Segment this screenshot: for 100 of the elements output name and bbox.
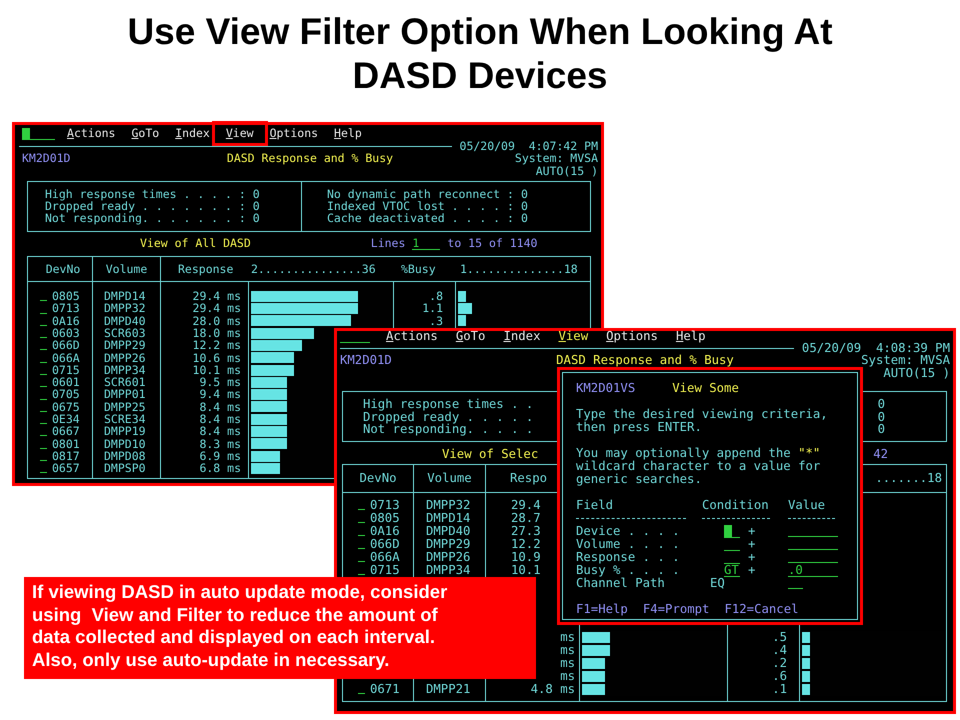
condition-field[interactable]: GT (724, 564, 740, 577)
system-name: System: MVSA (514, 152, 598, 165)
menu-item[interactable]: Index (503, 330, 540, 343)
table-cell: SCRE34 (104, 413, 146, 426)
table-cell: ms (560, 644, 575, 657)
table-cell: DMPP01 (104, 388, 146, 401)
system-name: System: MVSA (860, 354, 950, 367)
lines-count: 42 (873, 448, 888, 461)
summary-label: High response times . . . . : (45, 188, 246, 200)
panel-id: KM2D01VS (576, 381, 636, 395)
menu-item[interactable]: Options (270, 127, 318, 140)
table-cell: 0667 (52, 425, 80, 438)
summary-value: 0 (878, 423, 885, 436)
table-cell: 6.9 ms (199, 450, 241, 462)
table-cell: 10.1 ms (192, 364, 241, 376)
field-label: Busy % . . . . (576, 564, 681, 577)
menu-item[interactable]: Index (175, 127, 210, 140)
scale-label: .......18 (875, 472, 942, 485)
summary-value: 0 (520, 200, 528, 212)
table-cell: DMPD14 (426, 512, 470, 525)
view-title: View of Selec (442, 448, 538, 461)
table-cell: 0601 (52, 376, 80, 388)
field-label: Device . . . . (576, 525, 681, 538)
note-text: You may optionally append the "*" wildcard character to a value for generic searches. (576, 447, 822, 486)
field-label: Channel Path (576, 577, 666, 590)
table-cell: 8.4 ms (199, 425, 241, 438)
table-cell: 27.3 (511, 525, 541, 538)
line-number-field[interactable]: 1 (412, 236, 440, 250)
table-cell: .5 (772, 631, 787, 644)
table-cell: 10.6 ms (192, 352, 241, 364)
prompt-mark: + (748, 551, 756, 564)
panel-id: KM2D01D (340, 354, 393, 367)
table-cell: 12.2 (511, 538, 541, 551)
table-cell: DMPD40 (426, 525, 470, 538)
table-cell: ms (560, 631, 575, 644)
prompt-mark: + (748, 538, 756, 551)
table-cell: DMPP29 (426, 538, 470, 551)
table-cell: 0805 (370, 512, 400, 525)
table-cell: 28.7 (511, 512, 541, 525)
lines-label: Lines (370, 236, 406, 250)
column-header: DevNo (359, 472, 397, 485)
date-time: 05/20/09 4:08:39 PM (802, 342, 950, 354)
condition-field[interactable] (724, 525, 740, 538)
table-cell: 6.8 ms (199, 462, 241, 475)
table-cell: SCR603 (104, 326, 146, 340)
menu-item[interactable]: Help (334, 127, 362, 140)
view-title: View of All DASD (140, 237, 251, 250)
instruction-text: Type the desired viewing criteria, then press ENTER. (576, 408, 829, 434)
refresh-mode: AUTO(15 ) (536, 164, 598, 177)
table-cell: ms (560, 657, 575, 670)
column-header: Condition (702, 499, 770, 512)
table-cell: 066D (52, 339, 80, 352)
table-cell: .6 (772, 670, 787, 683)
table-cell: .1 (772, 683, 787, 696)
table-cell: .3 (429, 314, 443, 327)
table-cell: .2 (772, 657, 787, 670)
menu-item[interactable]: GoTo (131, 127, 160, 140)
function-key[interactable]: F12=Cancel (724, 603, 799, 616)
table-cell: DMPP32 (426, 499, 470, 512)
table-cell: DMPP25 (104, 400, 146, 414)
table-cell: 12.2 ms (192, 339, 241, 352)
summary-value: 0 (252, 188, 260, 200)
menu-item[interactable]: Actions (386, 330, 438, 343)
dialog-title: View Some (672, 381, 739, 395)
function-key[interactable]: F4=Prompt (642, 603, 710, 616)
table-cell: 0805 (52, 290, 80, 302)
table-cell: 0801 (52, 438, 80, 450)
table-cell: 10.9 (511, 551, 541, 564)
table-cell: 0715 (370, 564, 400, 577)
table-cell: 0675 (52, 400, 80, 414)
table-cell: 8.4 ms (199, 400, 241, 414)
menu-item[interactable]: GoTo (456, 330, 486, 343)
table-cell: 9.5 ms (199, 376, 241, 388)
table-cell: 1.1 (422, 302, 443, 315)
table-cell: DMPP34 (426, 564, 470, 577)
table-cell: DMPP19 (104, 425, 146, 438)
menu-item[interactable]: Actions (67, 127, 116, 140)
table-cell: 29.4 (511, 499, 541, 512)
summary-label: Not responding. . . . . . . : (45, 212, 246, 225)
table-cell: 0713 (52, 302, 80, 315)
menu-item[interactable]: Options (606, 330, 658, 343)
table-cell: DMPP32 (104, 302, 146, 315)
table-cell: .4 (772, 644, 787, 657)
table-cell: 8.3 ms (199, 438, 241, 450)
table-cell: DMPD14 (104, 290, 146, 302)
column-header: Respo (510, 472, 548, 485)
column-header: %Busy (401, 262, 436, 276)
summary-value: 0 (252, 200, 260, 212)
menu-item[interactable]: Help (676, 330, 706, 343)
table-cell: DMPP29 (104, 339, 146, 352)
table-cell: 0603 (52, 326, 80, 340)
summary-label: No dynamic path reconnect : (327, 188, 514, 200)
menu-item[interactable]: View (212, 121, 268, 146)
command-field[interactable] (22, 128, 55, 140)
menu-item[interactable]: View (558, 330, 588, 343)
table-cell: 0705 (52, 388, 80, 401)
summary-label: Indexed VTOC lost . . . . : (327, 200, 514, 212)
date-time: 05/20/09 4:07:42 PM (460, 140, 598, 152)
function-key[interactable]: F1=Help (576, 603, 628, 616)
value-field[interactable]: .0 (788, 564, 838, 577)
